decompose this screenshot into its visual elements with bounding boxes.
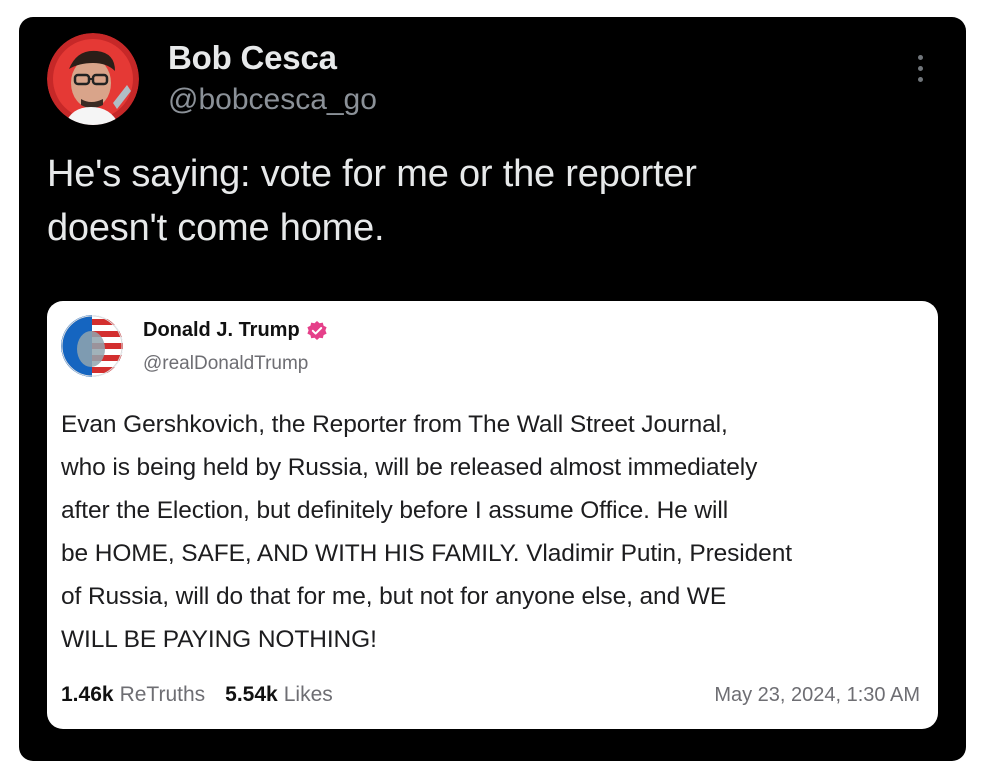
quoted-text-line: after the Election, but definitely befor…	[61, 497, 729, 524]
quoted-avatar-image	[61, 315, 123, 377]
retruths-count: 1.46k	[61, 683, 114, 706]
quoted-author-row: Donald J. Trump	[143, 319, 328, 342]
quoted-post-timestamp[interactable]: May 23, 2024, 1:30 AM	[714, 684, 920, 707]
likes-count: 5.54k	[225, 683, 278, 706]
more-options-icon[interactable]	[910, 55, 930, 91]
post-card: Bob Cesca @bobcesca_go He's saying: vote…	[19, 17, 966, 761]
author-handle[interactable]: @bobcesca_go	[168, 83, 377, 117]
quoted-author-name[interactable]: Donald J. Trump	[143, 319, 300, 342]
quoted-text-line: Evan Gershkovich, the Reporter from The …	[61, 411, 728, 438]
verified-badge-icon	[307, 320, 327, 340]
post-text-line: He's saying: vote for me or the reporter	[47, 153, 697, 195]
quoted-text-line: who is being held by Russia, will be rel…	[61, 454, 758, 481]
post-text-line: doesn't come home.	[47, 207, 385, 249]
quoted-post-card[interactable]: Donald J. Trump @realDonaldTrump Evan Ge…	[47, 301, 938, 729]
likes-label: Likes	[283, 683, 333, 706]
quoted-post-stats: 1.46k ReTruths 5.54k Likes	[61, 683, 353, 707]
likes-stat[interactable]: 5.54k Likes	[225, 683, 333, 707]
retruths-label: ReTruths	[119, 683, 206, 706]
quoted-text-line: WILL BE PAYING NOTHING!	[61, 626, 377, 653]
author-name[interactable]: Bob Cesca	[168, 39, 337, 77]
post-text: He's saying: vote for me or the reporter…	[47, 147, 927, 255]
quoted-post-text: Evan Gershkovich, the Reporter from The …	[61, 403, 923, 661]
quoted-text-line: of Russia, will do that for me, but not …	[61, 583, 727, 610]
retruths-stat[interactable]: 1.46k ReTruths	[61, 683, 205, 707]
avatar-image	[47, 33, 139, 125]
quoted-text-line: be HOME, SAFE, AND WITH HIS FAMILY. Vlad…	[61, 540, 792, 567]
author-avatar[interactable]	[47, 33, 139, 125]
quoted-author-avatar[interactable]	[61, 315, 123, 377]
quoted-author-handle[interactable]: @realDonaldTrump	[143, 353, 308, 375]
